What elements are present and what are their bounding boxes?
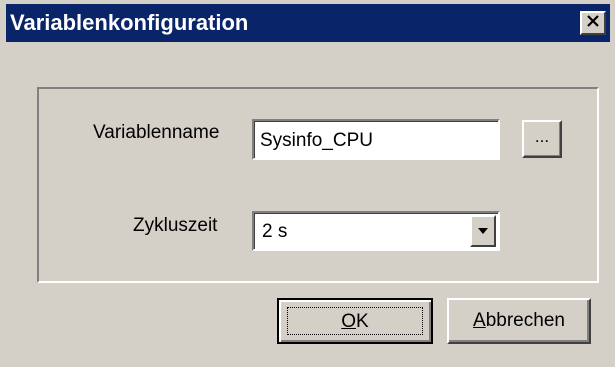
ok-mnemonic: O [341,311,357,332]
settings-group [37,87,599,283]
variable-name-input[interactable]: Sysinfo_CPU [252,119,500,160]
close-button[interactable] [580,11,606,35]
cycle-time-value: 2 s [262,221,288,242]
cycle-time-select[interactable]: 2 s [252,211,500,251]
ok-button-label: OK [287,307,423,335]
cancel-mnemonic: A [473,310,486,331]
ok-button[interactable]: OK [277,298,433,344]
title-bar[interactable]: Variablenkonfiguration [6,4,610,42]
browse-button[interactable]: ... [522,120,562,158]
cancel-label-rest: bbrechen [485,310,565,331]
cancel-button[interactable]: Abbrechen [447,298,591,344]
variable-name-label: Variablenname [93,122,220,143]
cycle-time-label: Zykluszeit [133,215,218,236]
window-title: Variablenkonfiguration [10,10,249,35]
dropdown-button[interactable] [470,215,496,247]
dialog-window: Variablenkonfiguration Variablenname Sys… [0,0,615,367]
ok-label-rest: K [356,311,369,332]
chevron-down-icon [477,222,489,240]
close-icon [586,14,600,32]
